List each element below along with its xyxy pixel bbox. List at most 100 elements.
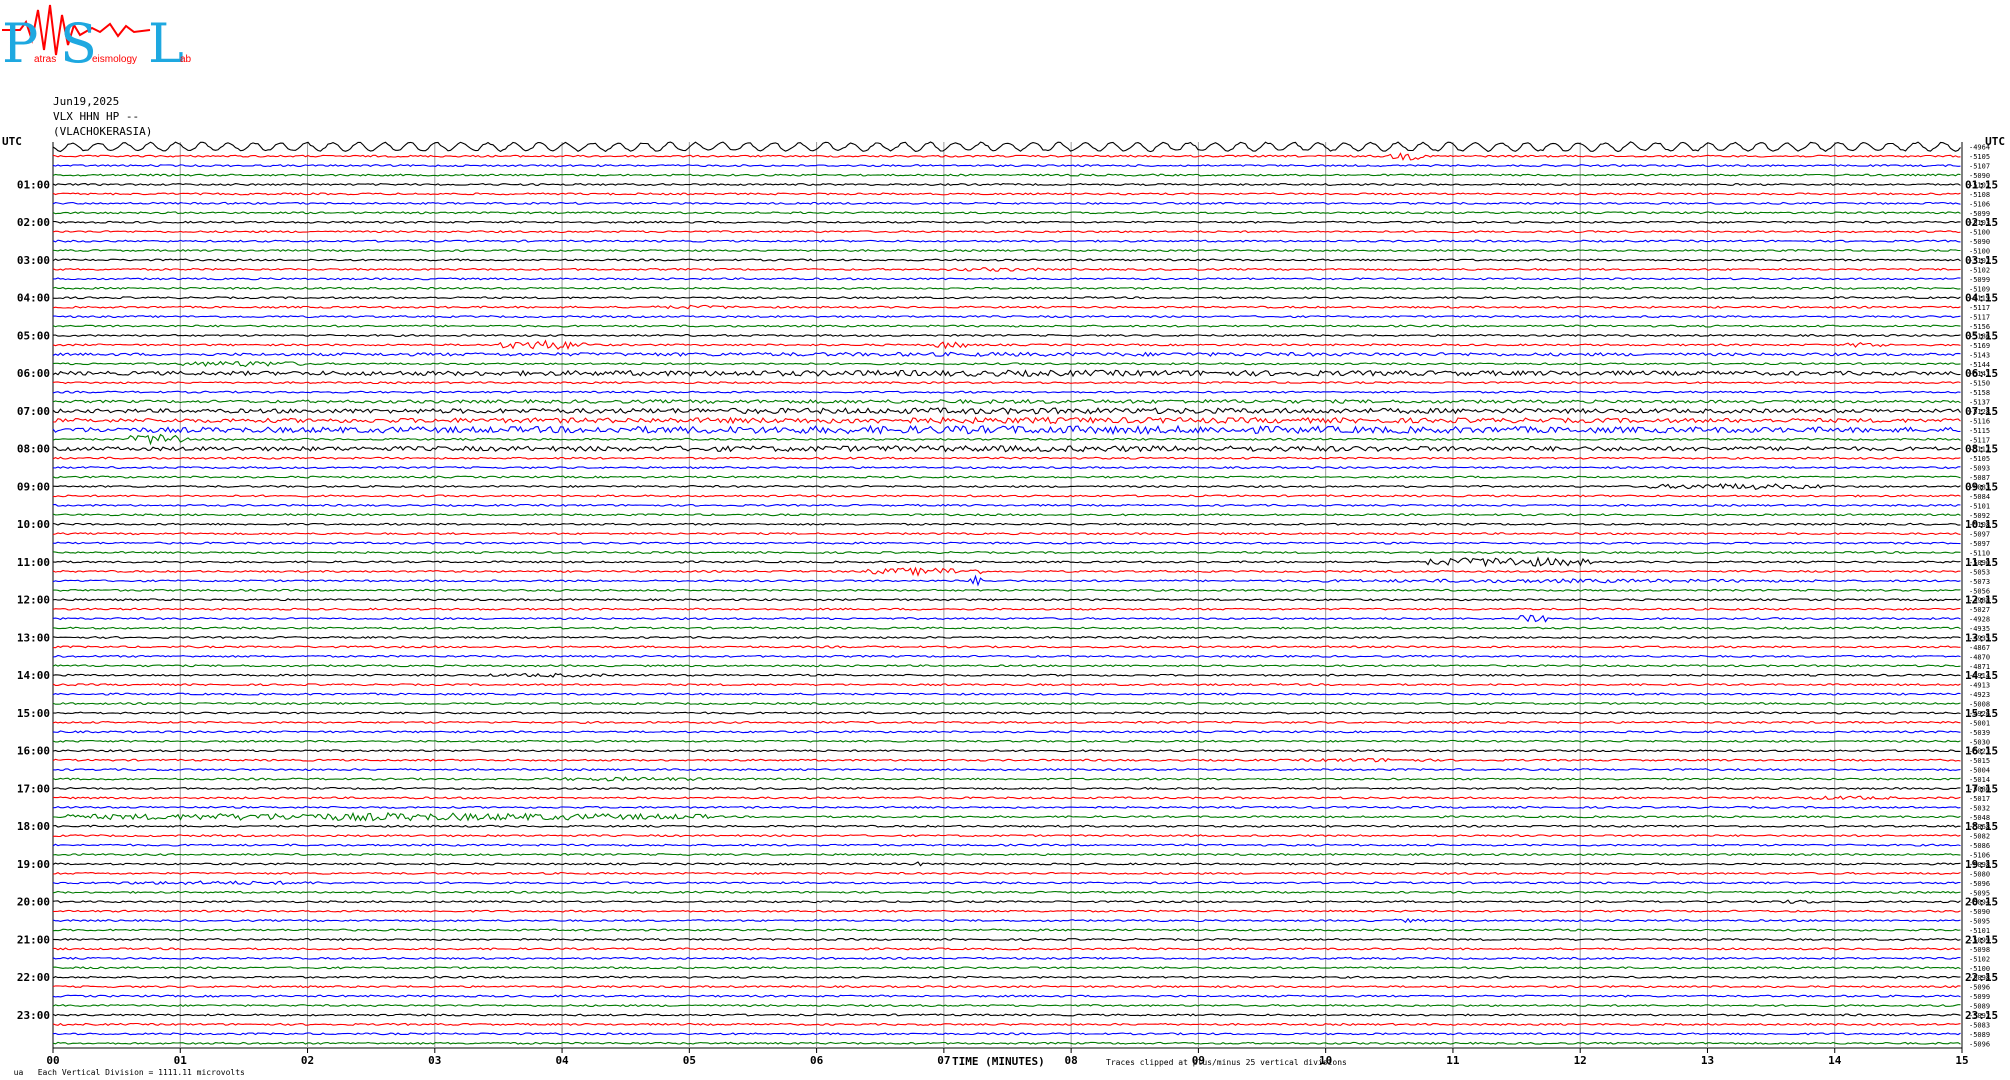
seismic-trace (52, 339, 1961, 350)
seismic-trace (52, 626, 1961, 630)
seismic-trace (52, 786, 1961, 791)
seismic-trace (52, 164, 1961, 168)
seismic-trace (52, 672, 1961, 678)
seismic-trace (52, 444, 1961, 453)
seismic-trace (52, 324, 1961, 328)
left-hour-label: 16:00 (17, 745, 50, 758)
trace-offset-label: -4871 (1969, 663, 1990, 671)
x-tick-label: 08 (1065, 1054, 1078, 1067)
trace-offset-label: -5101 (1969, 502, 1990, 510)
x-tick-label: 07 (937, 1054, 950, 1067)
x-tick-label: 02 (301, 1054, 314, 1067)
trace-offset-label: -5098 (1969, 861, 1990, 869)
left-hour-label: 05:00 (17, 329, 50, 342)
seismic-trace (52, 635, 1961, 640)
trace-offset-label: -5098 (1969, 974, 1990, 982)
seismic-trace (52, 211, 1961, 215)
trace-offset-label: -5108 (1969, 191, 1990, 199)
seismic-trace (52, 286, 1961, 290)
seismic-trace (52, 720, 1961, 724)
seismic-trace (52, 182, 1961, 187)
trace-offset-label: -5097 (1969, 531, 1990, 539)
seismic-trace (52, 556, 1961, 568)
trace-offset-label: -5108 (1969, 521, 1990, 529)
seismic-trace (52, 909, 1961, 913)
seismic-trace (52, 1032, 1961, 1036)
trace-offset-label: -5106 (1969, 852, 1990, 860)
seismic-trace (52, 1013, 1961, 1017)
seismic-trace (52, 550, 1961, 555)
seismic-trace (52, 917, 1961, 924)
left-hour-label: 17:00 (17, 782, 50, 795)
x-tick-label: 12 (1574, 1054, 1587, 1067)
trace-offset-label: -5102 (1969, 257, 1990, 265)
trace-offset-label: -5093 (1969, 465, 1990, 473)
seismic-trace (52, 811, 1961, 822)
trace-offset-label: -5099 (1969, 210, 1990, 218)
x-tick-label: 03 (428, 1054, 441, 1067)
seismic-trace (52, 966, 1961, 970)
trace-offset-label: -5169 (1969, 342, 1990, 350)
trace-offset-label: -4935 (1969, 634, 1990, 642)
scale-note: ua Each Vertical Division = 1111.11 micr… (4, 1059, 245, 1077)
helicorder-chart: 00 01 02 03 04 05 06 07 08 09 10 11 12 13 14 15UTC UTC01… (2, 135, 2005, 1067)
trace-offset-label: -5096 (1969, 1040, 1990, 1048)
trace-offset-label: -5150 (1969, 380, 1990, 388)
left-hour-label: 23:00 (17, 1009, 50, 1022)
trace-offset-label: -5119 (1969, 295, 1990, 303)
seismic-trace (52, 201, 1961, 205)
trace-offset-label: -5053 (1969, 568, 1990, 576)
left-hour-label: 08:00 (17, 443, 50, 456)
seismic-trace (52, 937, 1961, 942)
left-hour-label: 10:00 (17, 518, 50, 531)
left-hour-label: 02:00 (17, 216, 50, 229)
left-hour-label: 22:00 (17, 971, 50, 984)
seismic-trace (52, 880, 1961, 886)
seismic-trace (52, 994, 1961, 998)
trace-offset-label: -5107 (1969, 163, 1990, 171)
seismic-trace (52, 588, 1961, 592)
x-tick-label: 13 (1701, 1054, 1714, 1067)
trace-offset-label: -5023 (1969, 748, 1990, 756)
trace-offset-label: -5098 (1969, 946, 1990, 954)
trace-offset-label: -5083 (1969, 483, 1990, 491)
trace-offset-label: -5143 (1969, 351, 1990, 359)
trace-offset-label: -5096 (1969, 984, 1990, 992)
seismic-trace (52, 805, 1961, 809)
seismic-trace (52, 416, 1961, 425)
trace-offset-label: -5004 (1969, 767, 1990, 775)
trace-offset-label: -5128 (1969, 408, 1990, 416)
trace-offset-label: -4913 (1969, 682, 1990, 690)
seismic-trace (52, 566, 1961, 577)
left-hour-label: 11:00 (17, 556, 50, 569)
seismic-trace (52, 360, 1961, 368)
trace-offset-label: -5089 (1969, 1003, 1990, 1011)
seismic-trace (52, 1003, 1961, 1008)
trace-offset-label: -5090 (1969, 238, 1990, 246)
seismic-trace (52, 768, 1961, 772)
left-hour-label: 21:00 (17, 933, 50, 946)
left-hour-label: 12:00 (17, 594, 50, 607)
seismic-trace (52, 607, 1961, 611)
trace-offset-label: -4988 (1969, 597, 1990, 605)
trace-offset-label: -5001 (1969, 719, 1990, 727)
seismic-trace (52, 532, 1961, 536)
left-hour-label: 04:00 (17, 292, 50, 305)
seismic-trace (53, 277, 1961, 281)
seismic-trace (52, 956, 1961, 960)
seismic-trace (52, 843, 1961, 847)
scale-note-text: Each Vertical Division = 1111.11 microvo… (37, 1068, 245, 1077)
trace-offset-label: -4914 (1969, 672, 1990, 680)
left-hour-label: 19:00 (17, 858, 50, 871)
seismic-trace (52, 985, 1961, 989)
seismic-trace (52, 456, 1961, 460)
trace-offset-label: -5084 (1969, 493, 1990, 501)
seismic-trace (52, 407, 1961, 416)
seismic-trace (52, 239, 1961, 243)
trace-offset-label: -5092 (1969, 1012, 1990, 1020)
seismic-trace (52, 369, 1961, 378)
seismic-trace (52, 645, 1961, 649)
x-axis-title: TIME (MINUTES) (952, 1055, 1045, 1068)
left-hour-label: 13:00 (17, 631, 50, 644)
seismic-trace (52, 466, 1961, 470)
